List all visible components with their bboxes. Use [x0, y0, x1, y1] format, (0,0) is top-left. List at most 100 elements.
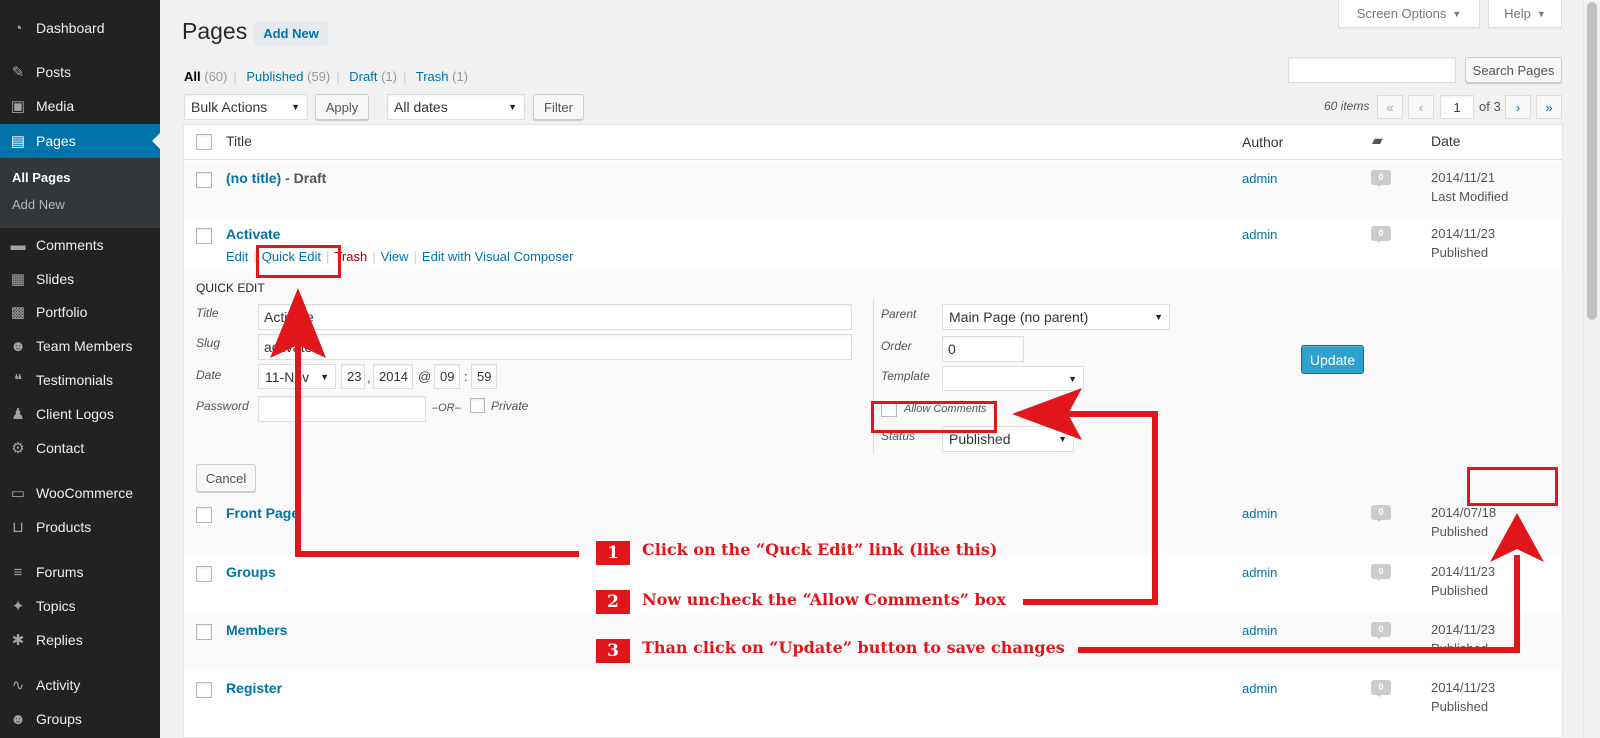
- step-1-text: Click on the “Quck Edit” link (like this…: [642, 540, 998, 559]
- row-checkbox[interactable]: [196, 682, 212, 698]
- sidebar-item-comments[interactable]: ▬ Comments: [0, 228, 160, 262]
- row-checkbox[interactable]: [196, 507, 212, 523]
- row-title-link[interactable]: Groups: [226, 564, 276, 580]
- sidebar-item-activity[interactable]: ∿ Activity: [0, 668, 160, 702]
- dashboard-icon: ◔: [13, 19, 23, 37]
- row-author[interactable]: admin: [1242, 681, 1277, 696]
- select-all-checkbox[interactable]: [196, 134, 212, 150]
- comment-count-badge[interactable]: 0: [1371, 226, 1391, 243]
- edit-visual-composer-link[interactable]: Edit with Visual Composer: [422, 249, 574, 264]
- month-select[interactable]: 11-Nov ▼: [258, 364, 336, 389]
- sidebar-item-groups[interactable]: ☻ Groups: [0, 702, 160, 736]
- sidebar-item-label: Testimonials: [36, 372, 114, 388]
- password-field[interactable]: [258, 396, 426, 422]
- column-title[interactable]: Title: [226, 133, 252, 149]
- sidebar-item-dashboard[interactable]: ◔ Dashboard: [0, 11, 160, 45]
- scrollbar[interactable]: [1583, 0, 1600, 738]
- parent-select[interactable]: Main Page (no parent) ▼: [942, 304, 1170, 330]
- row-author[interactable]: admin: [1242, 227, 1277, 242]
- sidebar-item-label: Dashboard: [36, 20, 105, 36]
- row-author[interactable]: admin: [1242, 506, 1277, 521]
- filter-trash[interactable]: Trash: [416, 69, 449, 84]
- sidebar-item-team-members[interactable]: ☻ Team Members: [0, 329, 160, 363]
- comment-count-badge[interactable]: 0: [1371, 622, 1391, 639]
- row-date: 2014/11/23 Published: [1431, 562, 1495, 600]
- filter-trash-count: (1): [452, 69, 468, 84]
- bulk-actions-select[interactable]: Bulk Actions ▼: [184, 94, 308, 120]
- submenu-add-new[interactable]: Add New: [12, 197, 65, 212]
- submenu-all-pages[interactable]: All Pages: [12, 170, 71, 185]
- column-date[interactable]: Date: [1431, 133, 1461, 149]
- row-checkbox[interactable]: [196, 228, 212, 244]
- first-page-button[interactable]: «: [1377, 95, 1403, 119]
- row-author[interactable]: admin: [1242, 171, 1277, 186]
- help-tab[interactable]: Help ▼: [1488, 0, 1562, 28]
- client-logos-icon: ♟: [11, 406, 25, 423]
- sidebar-item-pages[interactable]: ▤ Pages: [0, 124, 160, 158]
- template-select[interactable]: ▼: [942, 366, 1084, 391]
- sidebar-item-client-logos[interactable]: ♟ Client Logos: [0, 397, 160, 431]
- row-date-status: Published: [1431, 699, 1489, 714]
- sidebar-item-forums[interactable]: ≡ Forums: [0, 555, 160, 589]
- row-title-link[interactable]: Members: [226, 622, 287, 638]
- edit-link[interactable]: Edit: [226, 249, 248, 264]
- sidebar-item-replies[interactable]: ✱ Replies: [0, 623, 160, 657]
- prev-page-button[interactable]: ‹: [1408, 95, 1434, 119]
- comment-count-badge[interactable]: 0: [1371, 170, 1391, 187]
- filter-published[interactable]: Published: [246, 69, 303, 84]
- search-input[interactable]: [1288, 57, 1456, 83]
- order-field[interactable]: 0: [942, 336, 1024, 362]
- row-author[interactable]: admin: [1242, 565, 1277, 580]
- filter-all[interactable]: All: [184, 69, 201, 84]
- sidebar-item-slides[interactable]: ▦ Slides: [0, 262, 160, 296]
- scrollbar-thumb[interactable]: [1587, 2, 1597, 320]
- sidebar-item-portfolio[interactable]: ▩ Portfolio: [0, 295, 160, 329]
- private-checkbox[interactable]: [470, 398, 485, 413]
- current-page-input[interactable]: 1: [1440, 95, 1474, 119]
- cancel-button[interactable]: Cancel: [196, 464, 256, 492]
- apply-button[interactable]: Apply: [315, 94, 369, 120]
- comment-count-badge[interactable]: 0: [1371, 680, 1391, 697]
- comment-count-badge[interactable]: 0: [1371, 564, 1391, 581]
- sidebar-item-label: Portfolio: [36, 304, 88, 320]
- sidebar-item-label: Team Members: [36, 338, 133, 354]
- update-button[interactable]: Update: [1301, 345, 1364, 374]
- chevron-down-icon: ▼: [1058, 434, 1067, 444]
- row-checkbox[interactable]: [196, 172, 212, 188]
- sidebar-item-posts[interactable]: ✎ Posts: [0, 55, 160, 89]
- hour-field[interactable]: 09: [434, 364, 460, 389]
- row-title-link[interactable]: Front Page: [226, 505, 299, 521]
- row-author[interactable]: admin: [1242, 623, 1277, 638]
- title-field[interactable]: Activate: [258, 304, 852, 330]
- sidebar-item-woocommerce[interactable]: ▭ WooCommerce: [0, 476, 160, 510]
- add-new-button[interactable]: Add New: [254, 21, 328, 46]
- sidebar-item-topics[interactable]: ✦ Topics: [0, 589, 160, 623]
- year-field[interactable]: 2014: [373, 364, 413, 389]
- search-pages-button[interactable]: Search Pages: [1465, 57, 1562, 83]
- dates-select[interactable]: All dates ▼: [387, 94, 525, 120]
- sidebar-item-contact[interactable]: ⚙ Contact: [0, 431, 160, 465]
- day-field[interactable]: 23: [341, 364, 365, 389]
- step-3-badge: 3: [596, 639, 630, 663]
- comments-column-icon[interactable]: ▰: [1372, 132, 1383, 149]
- row-checkbox[interactable]: [196, 624, 212, 640]
- slug-field[interactable]: activate: [258, 334, 852, 360]
- comment-count-badge[interactable]: 0: [1371, 505, 1391, 522]
- sidebar-item-products[interactable]: ⊔ Products: [0, 510, 160, 544]
- row-title-link[interactable]: (no title): [226, 170, 281, 186]
- filter-button[interactable]: Filter: [533, 94, 584, 120]
- row-checkbox[interactable]: [196, 566, 212, 582]
- next-page-button[interactable]: ›: [1505, 95, 1531, 119]
- last-page-button[interactable]: »: [1536, 95, 1562, 119]
- minute-field[interactable]: 59: [471, 364, 497, 389]
- view-link[interactable]: View: [381, 249, 409, 264]
- row-title-link[interactable]: Register: [226, 680, 282, 696]
- screen-options-tab[interactable]: Screen Options ▼: [1338, 0, 1480, 28]
- total-pages: of 3: [1479, 99, 1501, 114]
- row-title-link[interactable]: Activate: [226, 226, 280, 242]
- filter-draft[interactable]: Draft: [349, 69, 377, 84]
- sidebar-item-media[interactable]: ▣ Media: [0, 89, 160, 123]
- parent-label: Parent: [881, 307, 917, 321]
- sidebar-item-testimonials[interactable]: ❝ Testimonials: [0, 363, 160, 397]
- sidebar-item-label: Media: [36, 98, 75, 114]
